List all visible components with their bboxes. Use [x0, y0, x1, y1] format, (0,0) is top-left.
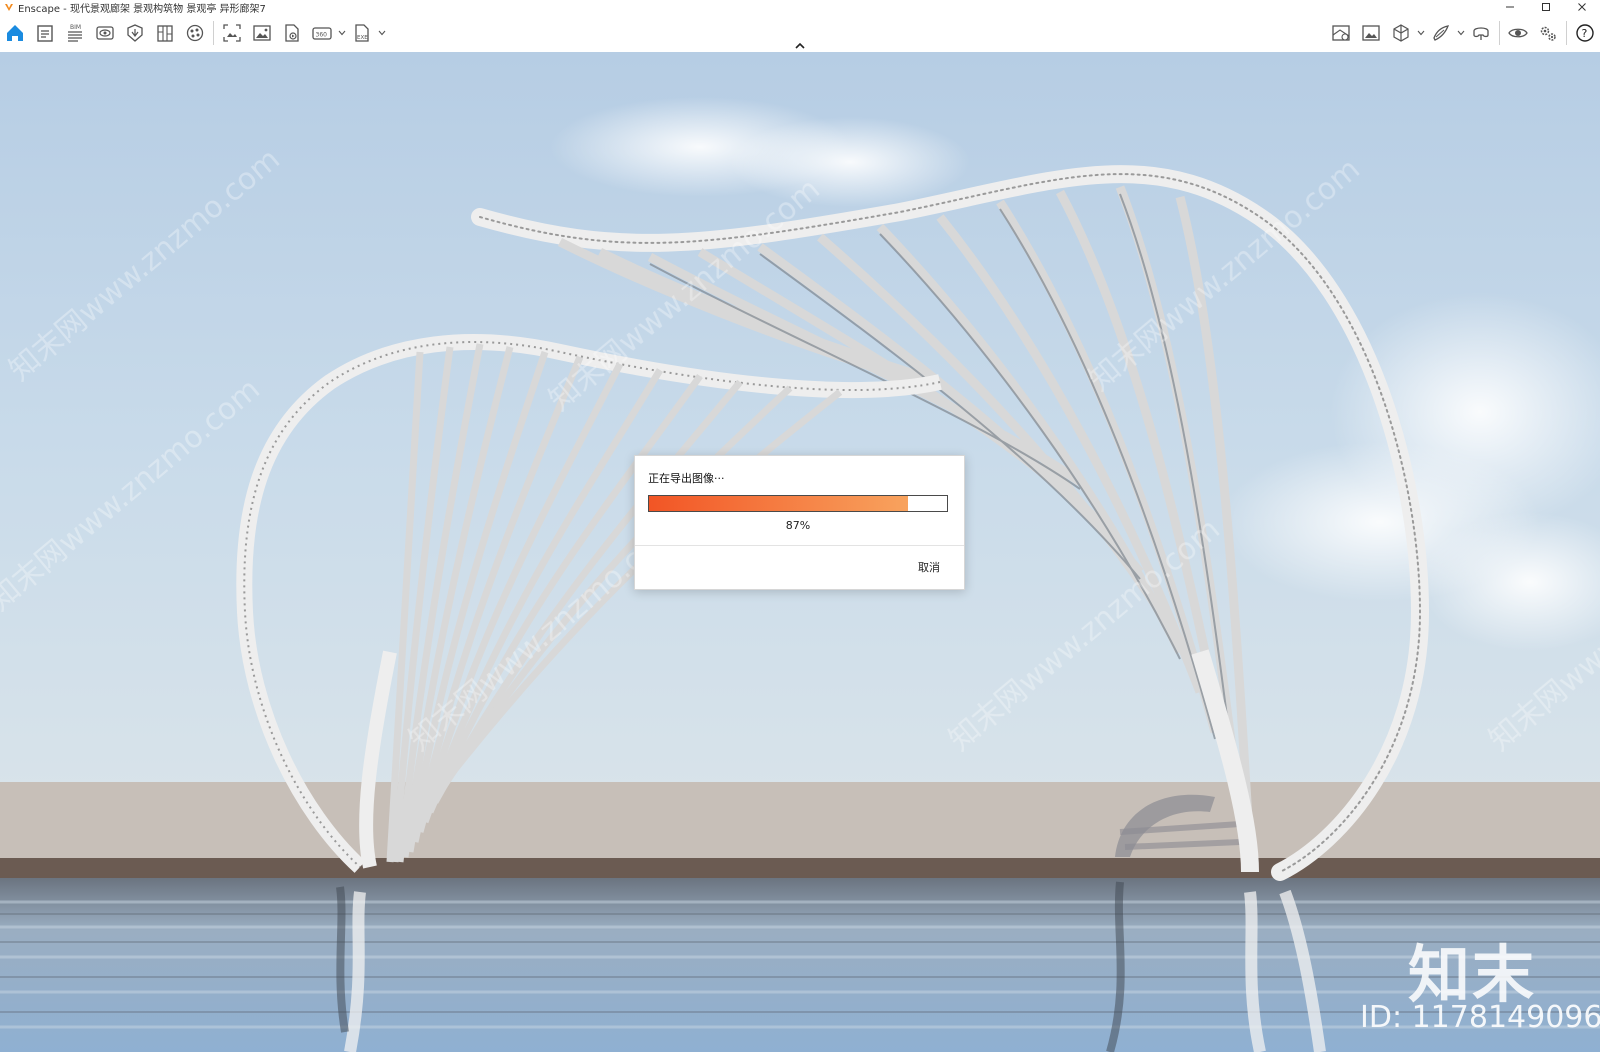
help-label: ?: [1582, 27, 1588, 40]
bim-badge: BIM: [70, 24, 81, 31]
toolbar-left: BIM 360 EXE: [0, 14, 387, 52]
chevron-down-icon[interactable]: [337, 18, 347, 48]
title-bar: Enscape - 现代景观廊架 景观构筑物 景观亭 异形廊架7: [0, 0, 1600, 15]
toolbar-separator: [1566, 21, 1567, 45]
help-icon[interactable]: ?: [1570, 18, 1600, 48]
window-controls: [1492, 0, 1600, 14]
toolbar-separator: [213, 21, 214, 45]
library-icon[interactable]: [150, 18, 180, 48]
video-icon[interactable]: [277, 18, 307, 48]
minimize-icon[interactable]: [1492, 0, 1528, 14]
export-dialog: 正在导出图像··· 87% 取消: [634, 455, 965, 590]
render-image-icon[interactable]: [1356, 18, 1386, 48]
chevron-down-icon[interactable]: [377, 18, 387, 48]
dialog-title: 正在导出图像···: [648, 472, 725, 485]
enscape-logo-icon: [4, 2, 14, 12]
progress-bar: [648, 495, 948, 512]
materials-icon[interactable]: [180, 18, 210, 48]
view-icon[interactable]: [90, 18, 120, 48]
sketch-icon[interactable]: [1426, 18, 1456, 48]
window-title: Enscape - 现代景观廊架 景观构筑物 景观亭 异形廊架7: [18, 3, 266, 15]
toolbar-separator: [1499, 21, 1500, 45]
chevron-down-icon[interactable]: [1456, 18, 1466, 48]
watermark-id: ID: 1178149096: [1360, 1000, 1600, 1035]
close-icon[interactable]: [1564, 0, 1600, 14]
home-icon[interactable]: [0, 18, 30, 48]
cube-view-icon[interactable]: [1386, 18, 1416, 48]
cancel-button[interactable]: 取消: [918, 559, 940, 575]
wall-cap: [0, 858, 1600, 878]
toolbar: BIM 360 EXE ?: [0, 14, 1600, 53]
toolbar-right: ?: [1326, 14, 1600, 52]
notes-icon[interactable]: [30, 18, 60, 48]
export-exe-icon[interactable]: EXE: [347, 18, 377, 48]
chevron-down-icon[interactable]: [1416, 18, 1426, 48]
image-icon[interactable]: [247, 18, 277, 48]
exe-badge: EXE: [357, 35, 368, 41]
pano-badge: 360: [316, 32, 328, 39]
settings-icon[interactable]: [1533, 18, 1563, 48]
dialog-divider: [635, 545, 964, 546]
maximize-icon[interactable]: [1528, 0, 1564, 14]
asset-icon[interactable]: [120, 18, 150, 48]
cloud: [730, 117, 970, 207]
progress-percent: 87%: [785, 519, 811, 532]
bim-icon[interactable]: BIM: [60, 18, 90, 48]
vr-headset-icon[interactable]: [1466, 18, 1496, 48]
visual-settings-icon[interactable]: [1503, 18, 1533, 48]
panorama-360-icon[interactable]: 360: [307, 18, 337, 48]
render-viewport[interactable]: 知末网www.znzmo.com 知末网www.znzmo.com 知末网www…: [0, 52, 1600, 1052]
map-icon[interactable]: [1326, 18, 1356, 48]
progress-fill: [649, 496, 909, 511]
screenshot-icon[interactable]: [217, 18, 247, 48]
